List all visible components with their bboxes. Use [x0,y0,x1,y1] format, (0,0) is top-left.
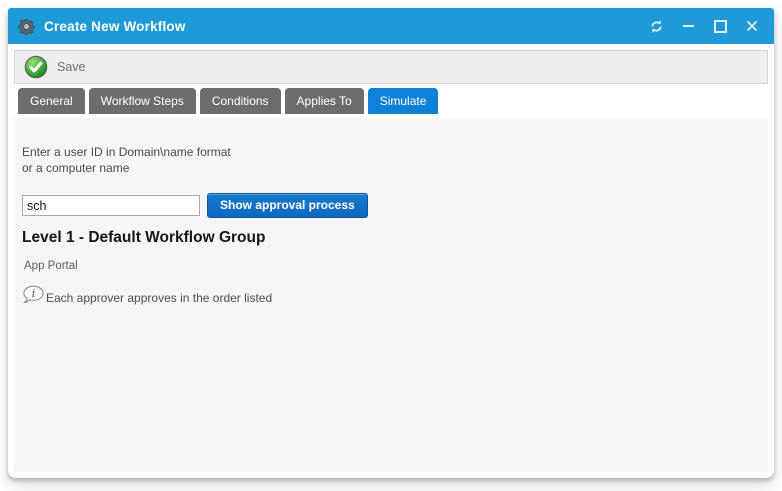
tab-conditions[interactable]: Conditions [200,88,281,114]
approver-name: App Portal [24,260,768,272]
instruction-line-1: Enter a user ID in Domain\name format [22,145,231,159]
instruction-text: Enter a user ID in Domain\name format or… [22,144,768,176]
gear-icon [18,18,35,35]
tab-workflow-steps[interactable]: Workflow Steps [89,88,196,114]
instruction-line-2: or a computer name [22,161,129,175]
maximize-icon [714,20,727,33]
refresh-icon [649,19,664,34]
tab-general[interactable]: General [18,88,85,114]
window-controls [640,10,768,42]
svg-text:i: i [32,287,36,300]
window-title: Create New Workflow [44,19,186,34]
create-new-workflow-window: Create New Workflow [8,8,774,478]
close-icon [746,20,758,32]
toolbar: Save [14,50,768,84]
show-approval-process-button[interactable]: Show approval process [207,193,368,218]
close-button[interactable] [736,10,768,42]
info-bubble-icon: i [22,285,45,306]
simulate-input-row: Show approval process [22,193,768,218]
save-label: Save [57,60,86,74]
info-note: Each approver approves in the order list… [46,291,272,305]
title-bar: Create New Workflow [8,8,774,44]
tab-bar: General Workflow Steps Conditions Applie… [18,88,774,114]
minimize-icon [683,25,694,27]
save-button[interactable]: Save [24,55,86,79]
tab-applies-to[interactable]: Applies To [285,88,364,114]
minimize-button[interactable] [672,10,704,42]
simulate-panel: Enter a user ID in Domain\name format or… [14,118,768,472]
tab-simulate[interactable]: Simulate [368,88,439,114]
user-id-input[interactable] [22,195,200,216]
refresh-button[interactable] [640,10,672,42]
info-row: i Each approver approves in the order li… [22,285,768,306]
maximize-button[interactable] [704,10,736,42]
save-check-icon [24,55,48,79]
level-heading: Level 1 - Default Workflow Group [22,229,768,247]
